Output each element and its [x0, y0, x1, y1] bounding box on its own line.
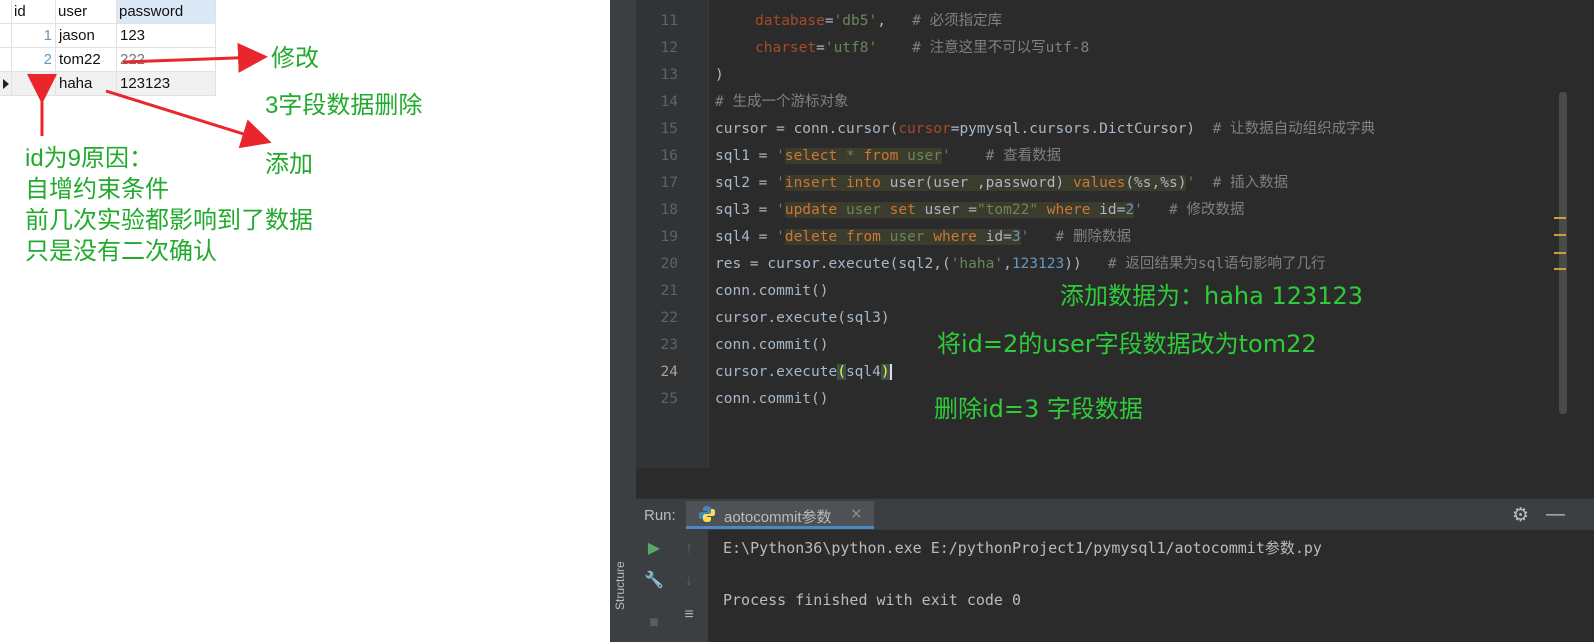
code-line[interactable]: sql4 = 'delete from user where id=3' # 删…: [715, 224, 1131, 251]
scroll-marker[interactable]: [1554, 252, 1566, 254]
code-line[interactable]: ): [715, 62, 724, 89]
scroll-marker[interactable]: [1554, 268, 1566, 270]
arrow-down-icon[interactable]: ↓: [678, 570, 700, 592]
scroll-marker[interactable]: [1554, 234, 1566, 236]
console-line: Process finished with exit code 0: [723, 591, 1022, 609]
line-number: 14: [660, 94, 678, 110]
line-number: 13: [660, 67, 678, 83]
console-line: E:\Python36\python.exe E:/pythonProject1…: [723, 539, 1322, 557]
soft-wrap-icon[interactable]: ≡: [678, 604, 700, 626]
arrow-to-modified-row: [122, 42, 268, 73]
annotation-modify: 修改: [271, 45, 319, 72]
gear-icon[interactable]: ⚙: [1512, 504, 1529, 527]
line-number-current: 24: [660, 364, 678, 380]
code-line[interactable]: conn.commit(): [715, 278, 829, 305]
line-number: 15: [660, 121, 678, 137]
rerun-play-icon[interactable]: ▶: [643, 538, 665, 560]
line-number: 12: [660, 40, 678, 56]
note-delete-data: 删除id=3 字段数据: [934, 395, 1143, 423]
run-panel-header: Run: aotocommit参数 ✕ ⚙ —: [636, 498, 1594, 531]
python-icon: [699, 506, 715, 522]
close-icon[interactable]: ✕: [850, 505, 863, 523]
code-line[interactable]: # 生成一个游标对象: [715, 89, 848, 116]
stop-icon[interactable]: ■: [643, 612, 665, 634]
scroll-marker[interactable]: [1554, 217, 1566, 219]
line-number: 25: [660, 391, 678, 407]
line-number: 23: [660, 337, 678, 353]
note-add-data: 添加数据为：haha 123123: [1060, 282, 1364, 310]
line-number: 17: [660, 175, 678, 191]
code-line[interactable]: conn.commit(): [715, 332, 829, 359]
code-line[interactable]: conn.commit(): [715, 386, 829, 413]
code-line-current[interactable]: cursor.execute(sql4): [715, 359, 892, 386]
code-line[interactable]: sql3 = 'update user set user ="tom22" wh…: [715, 197, 1245, 224]
code-line[interactable]: database='db5', # 必须指定库: [755, 8, 1002, 35]
line-number: 11: [660, 13, 678, 29]
run-console[interactable]: E:\Python36\python.exe E:/pythonProject1…: [708, 530, 1594, 642]
code-line[interactable]: cursor.execute(sql3): [715, 305, 890, 332]
ide-window: Structure 11 12 13 14 15 16 17 18 19 20 …: [610, 0, 1594, 642]
code-line[interactable]: charset='utf8' # 注意这里不可以写utf-8: [755, 35, 1089, 62]
line-number: 16: [660, 148, 678, 164]
run-tab[interactable]: aotocommit参数 ✕: [686, 501, 874, 529]
arrow-to-added-row: [105, 89, 272, 149]
wrench-icon[interactable]: 🔧: [643, 570, 665, 592]
tool-window-strip: Structure: [610, 0, 637, 642]
line-number: 20: [660, 256, 678, 272]
run-toolbar: ▶ ↑ 🔧 ↓ ≡ ■: [636, 530, 708, 642]
annotation-deleted: 3字段数据删除: [265, 92, 423, 119]
run-tab-label: aotocommit参数: [724, 509, 832, 526]
run-label: Run:: [644, 507, 676, 524]
annotation-id-reason: id为9原因： 自增约束条件 前几次实验都影响到了数据 只是没有二次确认: [25, 145, 313, 265]
minimize-icon[interactable]: —: [1546, 504, 1565, 526]
line-number: 19: [660, 229, 678, 245]
line-number: 18: [660, 202, 678, 218]
code-line[interactable]: cursor = conn.cursor(cursor=pymysql.curs…: [715, 116, 1375, 143]
line-number: 22: [660, 310, 678, 326]
code-line[interactable]: sql2 = 'insert into user(user ,password)…: [715, 170, 1288, 197]
code-line[interactable]: res = cursor.execute(sql2,('haha',123123…: [715, 251, 1326, 278]
structure-tab[interactable]: Structure: [613, 556, 633, 616]
note-update-data: 将id=2的user字段数据改为tom22: [937, 330, 1317, 358]
code-line[interactable]: sql1 = 'select * from user' # 查看数据: [715, 143, 1061, 170]
arrow-up-icon[interactable]: ↑: [678, 538, 700, 560]
db-result-pane: id user password 1 jason 123 2 tom22 222…: [0, 0, 610, 642]
code-editor[interactable]: database='db5', # 必须指定库 charset='utf8' #…: [709, 0, 1566, 468]
line-number: 21: [660, 283, 678, 299]
text-caret: [889, 364, 892, 380]
